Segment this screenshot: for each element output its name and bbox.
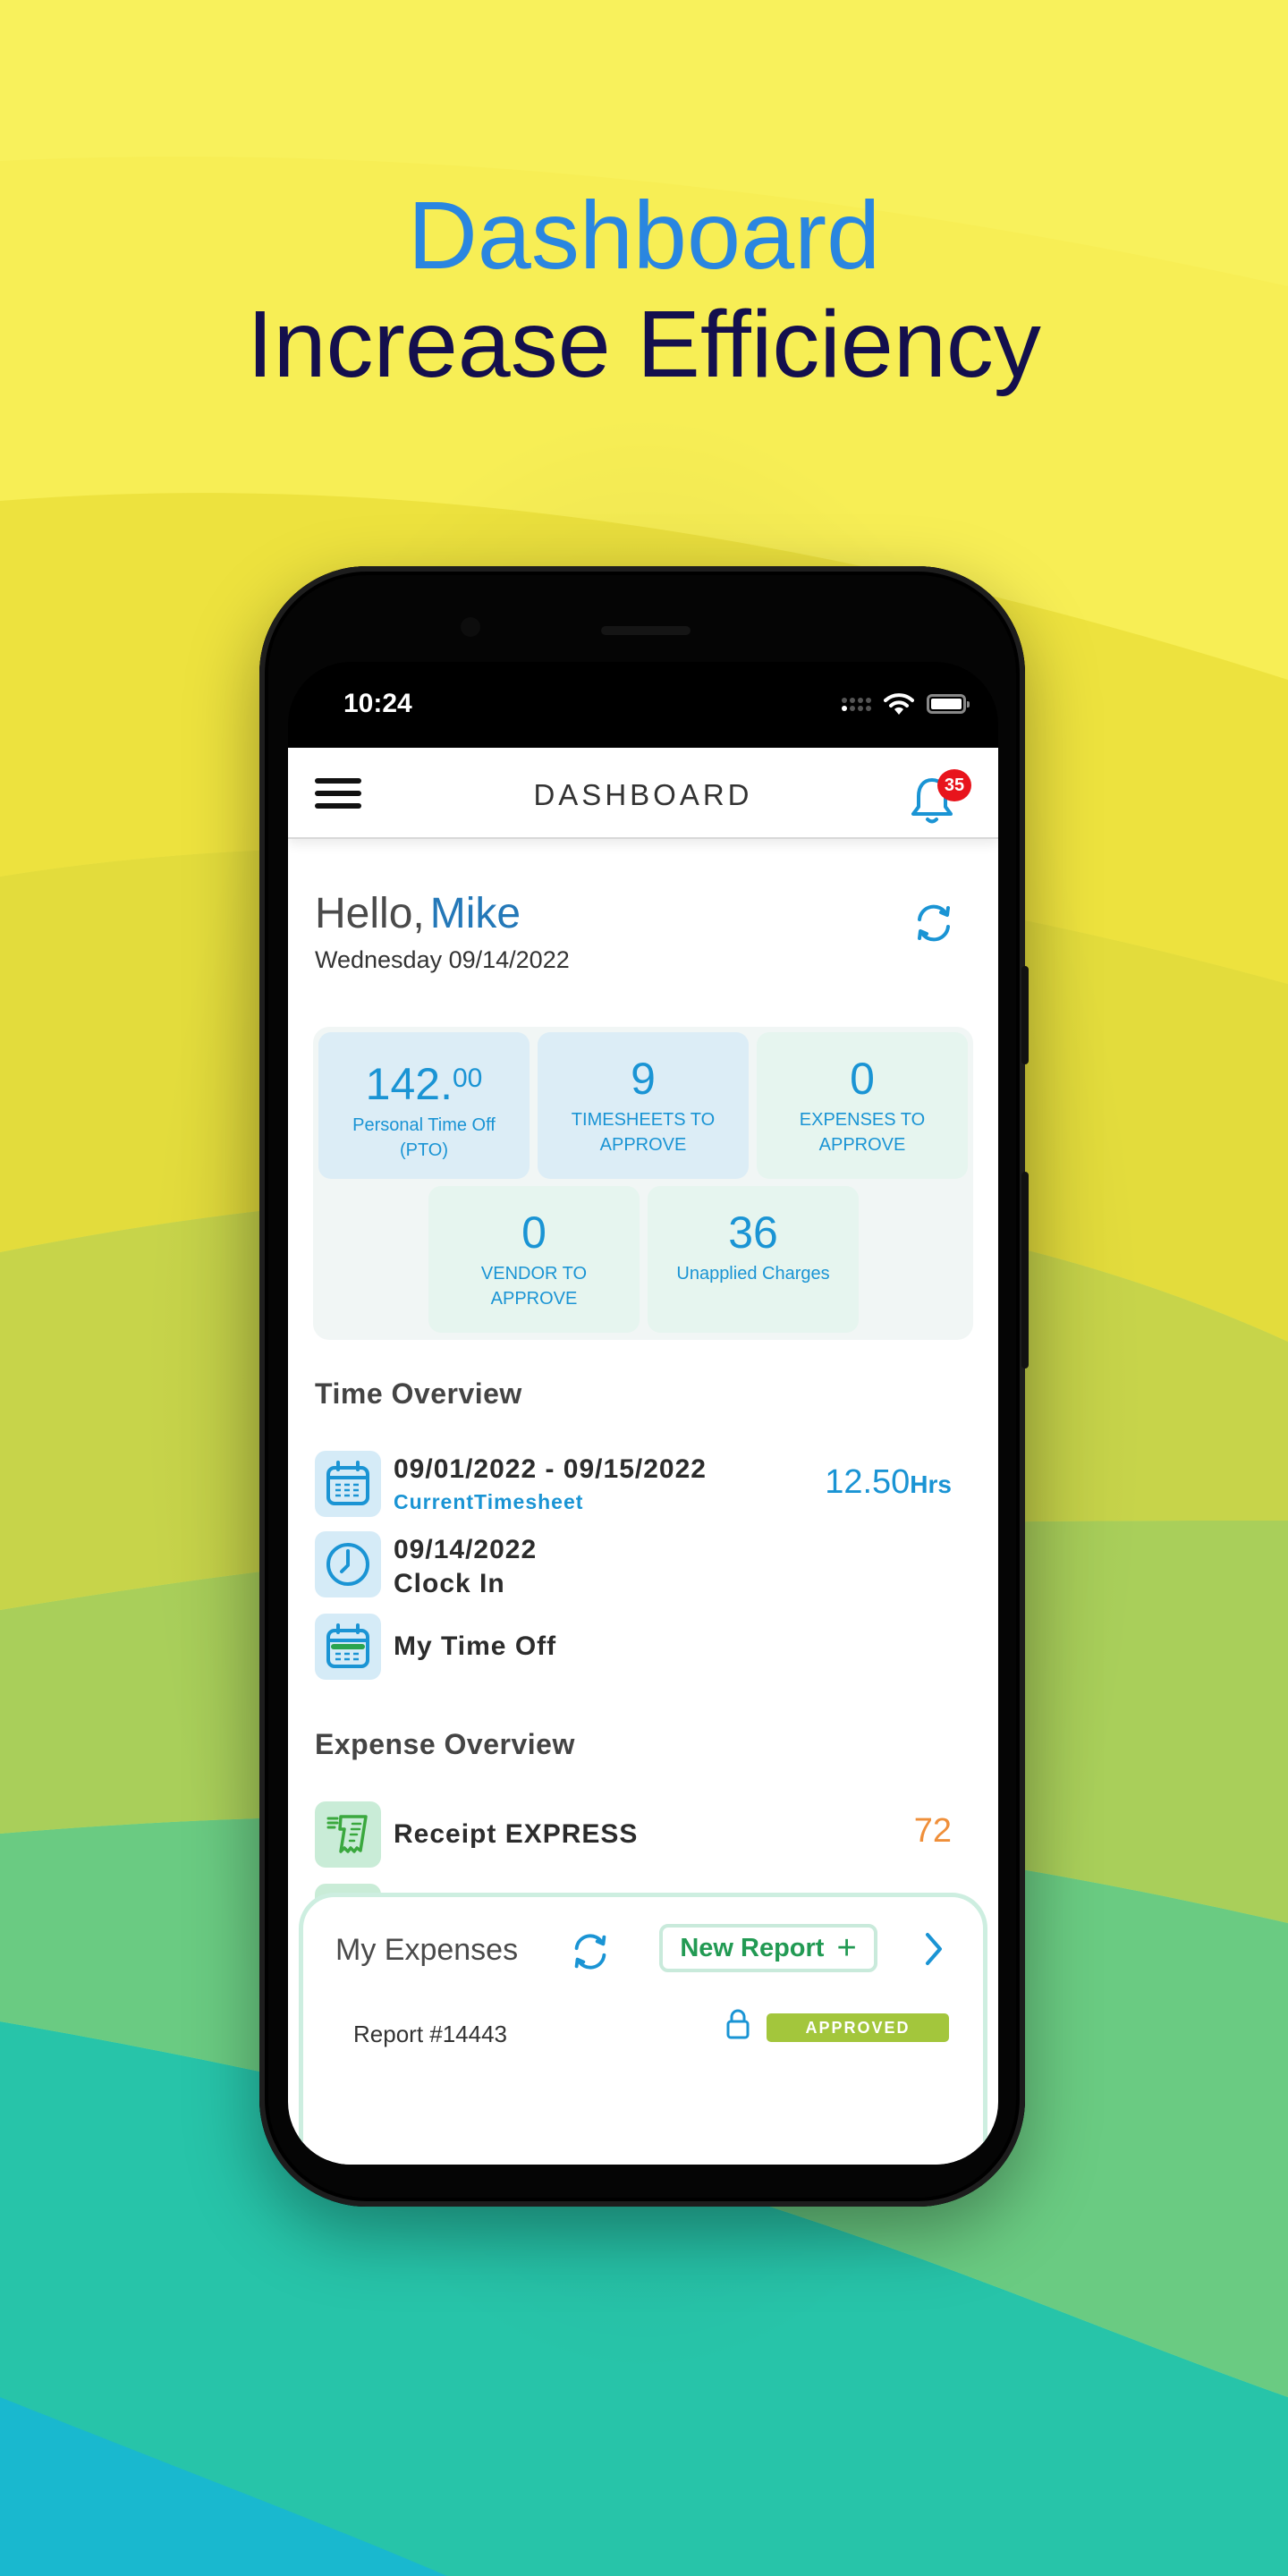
status-badge: APPROVED [767, 2013, 949, 2042]
notification-badge: 35 [937, 769, 971, 801]
front-camera [461, 617, 480, 637]
calendar-timeoff-icon [315, 1614, 381, 1680]
new-report-button[interactable]: New Report + [659, 1924, 877, 1972]
stat-label: Personal Time Off (PTO) [352, 1115, 496, 1160]
stat-label: Unapplied Charges [676, 1264, 830, 1284]
phone-side-button [1021, 966, 1029, 1064]
stat-label: VENDOR TO APPROVE [480, 1264, 588, 1309]
stat-pto[interactable]: 142.00 Personal Time Off (PTO) [318, 1032, 530, 1179]
stat-value: 0 [521, 1208, 547, 1258]
stat-value: 0 [850, 1054, 875, 1104]
app-header: DASHBOARD 35 [288, 748, 998, 839]
time-overview-title: Time Overview [315, 1377, 522, 1410]
clock-icon [315, 1531, 381, 1597]
phone-screen: 10:24 DASHBOARD 35 Hello, Mike Wednesday… [288, 662, 998, 2165]
stat-timesheets-to-approve[interactable]: 9 TIMESHEETS TO APPROVE [538, 1032, 749, 1179]
receipt-icon [315, 1801, 381, 1868]
chevron-right-icon[interactable] [920, 1929, 947, 1969]
new-report-label: New Report [680, 1933, 825, 1962]
stat-value: 142.00 [365, 1059, 483, 1109]
expense-overview-title: Expense Overview [315, 1728, 575, 1760]
refresh-icon[interactable] [568, 1929, 613, 1974]
stat-label: EXPENSES TO APPROVE [799, 1110, 926, 1155]
status-bar: 10:24 [288, 662, 998, 748]
calendar-icon [315, 1451, 381, 1517]
receipt-express-label: Receipt EXPRESS [394, 1819, 639, 1849]
my-time-off-row[interactable]: My Time Off [315, 1614, 973, 1682]
clock-in-row[interactable]: 09/14/2022 Clock In [315, 1531, 973, 1599]
current-timesheet-row[interactable]: 09/01/2022 - 09/15/2022 CurrentTimesheet… [315, 1451, 973, 1519]
headline-title: Dashboard [407, 181, 881, 289]
page-title: DASHBOARD [533, 778, 753, 811]
timesheet-label: CurrentTimesheet [394, 1490, 584, 1513]
battery-icon [927, 694, 970, 714]
current-date: Wednesday 09/14/2022 [315, 946, 570, 973]
app-content: DASHBOARD 35 Hello, Mike Wednesday 09/14/… [288, 748, 998, 2165]
phone-speaker [601, 626, 691, 635]
stat-unapplied-charges[interactable]: 36 Unapplied Charges [648, 1186, 859, 1333]
my-time-off-label: My Time Off [394, 1631, 557, 1661]
signal-icon [842, 697, 871, 711]
my-expenses-card: My Expenses New Report + Report #14443 A… [299, 1893, 987, 2165]
wifi-icon [884, 693, 914, 715]
greeting: Hello, Mike [315, 889, 521, 938]
plus-icon: + [836, 1929, 857, 1967]
stat-expenses-to-approve[interactable]: 0 EXPENSES TO APPROVE [757, 1032, 968, 1179]
receipt-express-count: 72 [913, 1812, 952, 1850]
receipt-express-row[interactable]: Receipt EXPRESS 72 [315, 1801, 973, 1869]
phone-power-button [1021, 1172, 1029, 1368]
timesheet-period: 09/01/2022 - 09/15/2022 [394, 1454, 707, 1484]
refresh-icon[interactable] [911, 900, 957, 946]
stat-label: TIMESHEETS TO APPROVE [571, 1110, 716, 1155]
stat-vendor-to-approve[interactable]: 0 VENDOR TO APPROVE [428, 1186, 640, 1333]
status-time: 10:24 [343, 689, 412, 718]
report-number[interactable]: Report #14443 [353, 2021, 507, 2048]
clock-in-date: 09/14/2022 [394, 1535, 538, 1564]
my-expenses-title: My Expenses [335, 1933, 519, 1967]
stats-panel: 142.00 Personal Time Off (PTO) 9 TIMESHE… [313, 1027, 973, 1340]
stat-value: 9 [631, 1054, 656, 1104]
clock-in-label: Clock In [394, 1569, 505, 1598]
lock-icon [726, 2009, 750, 2039]
greeting-hello: Hello, [315, 890, 425, 937]
stat-value: 36 [728, 1208, 778, 1258]
user-name: Mike [429, 890, 521, 937]
status-icons [842, 692, 970, 716]
headline-subtitle: Increase Efficiency [247, 292, 1041, 397]
timesheet-hours: 12.50Hrs [825, 1463, 952, 1501]
